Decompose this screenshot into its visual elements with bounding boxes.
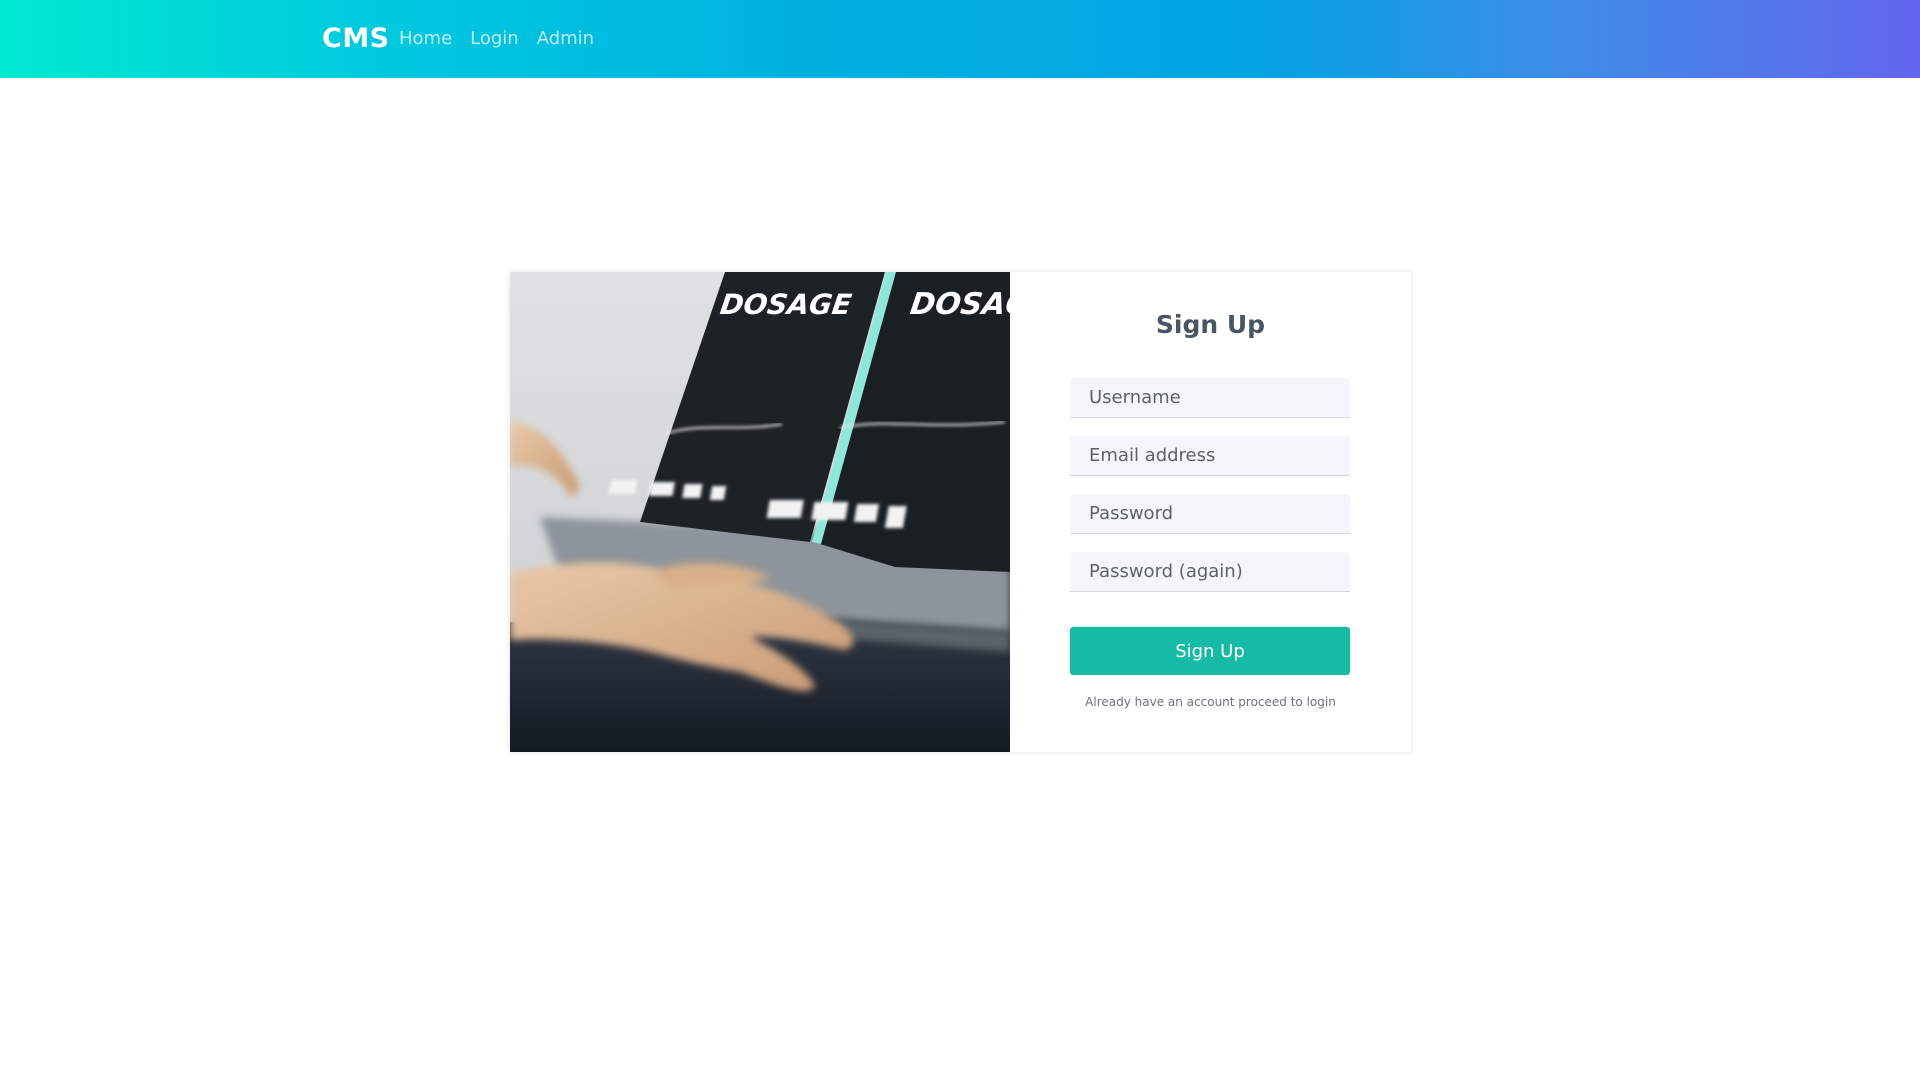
nav-link-admin[interactable]: Admin: [537, 27, 594, 51]
signup-photo: DOSAGE DOSAGE: [510, 272, 1010, 752]
card-logo-right: DOSAGE: [908, 287, 1010, 322]
signup-title: Sign Up: [1155, 310, 1266, 339]
password-input[interactable]: [1070, 494, 1350, 534]
nav-links: Home Login Admin: [399, 27, 612, 51]
signup-form: Sign Up Sign Up Already have an account …: [1010, 272, 1411, 752]
photo-illustration: DOSAGE DOSAGE: [510, 272, 1010, 752]
username-input[interactable]: [1070, 378, 1350, 418]
brand-logo[interactable]: CMS: [322, 22, 390, 56]
password-again-input[interactable]: [1070, 552, 1350, 592]
top-navbar: CMS Home Login Admin: [0, 0, 1920, 78]
signup-card: DOSAGE DOSAGE Sign Up Username Email add…: [510, 272, 1411, 752]
nav-link-login[interactable]: Login: [470, 27, 519, 51]
nav-link-home[interactable]: Home: [399, 27, 452, 51]
signup-button[interactable]: Sign Up: [1070, 627, 1350, 675]
login-prompt-text: Already have an account proceed to login: [1085, 695, 1336, 709]
email-input[interactable]: [1070, 436, 1350, 476]
card-logo-left: DOSAGE: [718, 288, 854, 321]
